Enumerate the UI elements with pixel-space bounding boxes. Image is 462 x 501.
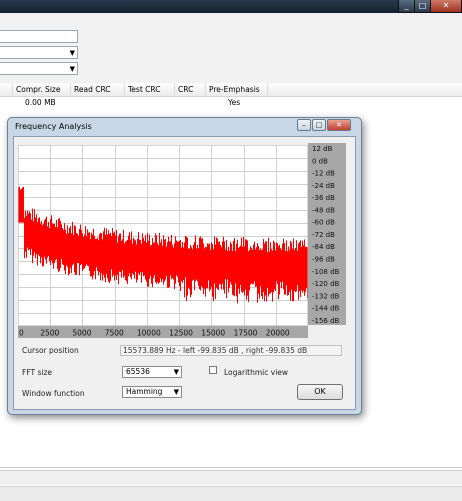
frequency-tick-label: 10000 xyxy=(137,329,161,338)
frequency-tick-label: 17500 xyxy=(234,329,258,338)
frequency-tick-label: 15000 xyxy=(201,329,225,338)
fft-size-select[interactable]: 65536 ▼ xyxy=(122,366,182,378)
dialog-close-button[interactable]: ✕ xyxy=(327,119,351,131)
chevron-down-icon: ▼ xyxy=(69,49,75,57)
frequency-tick-label: 2500 xyxy=(40,329,59,338)
app-combo-1[interactable]: ▼ xyxy=(0,46,78,59)
db-scale-svg: 12 dB 0 dB -12 dB -24 dB -36 dB -48 dB -60 dB -… xyxy=(312,145,340,325)
column-header-pre-emphasis[interactable]: Pre-Emphasis xyxy=(206,83,268,96)
logarithmic-view-label: Logarithmic view xyxy=(224,368,289,377)
pre-emphasis-cell: Yes xyxy=(228,98,241,107)
status-bar xyxy=(0,486,462,501)
db-tick-label: -132 dB xyxy=(312,292,340,300)
ok-button[interactable]: OK xyxy=(297,384,343,400)
cursor-position-label: Cursor position xyxy=(22,346,79,355)
frequency-axis: 0 2500 5000 7500 10000 12500 15000 17500 20000 xyxy=(18,326,308,338)
db-tick-label: -144 dB xyxy=(312,305,340,313)
column-header-read-crc[interactable]: Read CRC xyxy=(71,83,125,96)
chevron-down-icon: ▼ xyxy=(173,368,179,376)
spectrum-trace xyxy=(18,186,308,304)
frequency-axis-svg: 0 2500 5000 7500 10000 12500 15000 17500 20000 xyxy=(19,329,290,338)
db-tick-label: -84 dB xyxy=(312,243,335,251)
db-tick-label: -12 dB xyxy=(312,170,335,178)
frequency-tick-label: 12500 xyxy=(169,329,193,338)
window-function-select[interactable]: Hamming ▼ xyxy=(122,386,182,398)
window-function-label: Window function xyxy=(22,389,85,398)
frequency-tick-label: 20000 xyxy=(266,329,290,338)
app-minimize-button[interactable]: _ xyxy=(398,0,415,13)
chevron-down-icon: ▼ xyxy=(173,388,179,396)
frequency-tick-label: 7500 xyxy=(105,329,124,338)
column-header-compr-size[interactable]: Compr. Size xyxy=(13,83,71,96)
dialog-title: Frequency Analysis xyxy=(15,122,92,131)
app-close-button[interactable]: ✕ xyxy=(430,0,462,13)
cursor-position-field: 15573.889 Hz - left -99.835 dB , right -… xyxy=(120,345,342,356)
window-function-value: Hamming xyxy=(126,387,163,396)
db-tick-label: -60 dB xyxy=(312,219,335,227)
db-tick-label: -48 dB xyxy=(312,206,335,214)
dialog-client-area: 12 dB 0 dB -12 dB -24 dB -36 dB -48 dB -60 dB -… xyxy=(13,136,356,410)
logarithmic-view-checkbox[interactable] xyxy=(209,366,217,374)
frequency-tick-label: 5000 xyxy=(72,329,91,338)
dialog-minimize-button[interactable]: – xyxy=(297,119,311,131)
frequency-analysis-dialog: Frequency Analysis – □ ✕ 12 dB 0 dB -12 dB… xyxy=(7,117,362,415)
db-tick-label: -96 dB xyxy=(312,256,335,264)
db-tick-label: -24 dB xyxy=(312,182,335,190)
chevron-down-icon: ▼ xyxy=(69,65,75,73)
frequency-tick-label: 0 xyxy=(19,329,24,338)
horizontal-scrollbar[interactable] xyxy=(0,470,462,485)
app-text-field[interactable] xyxy=(0,30,78,43)
column-header-test-crc[interactable]: Test CRC xyxy=(125,83,175,96)
fft-size-value: 65536 xyxy=(126,367,150,376)
column-header-crc[interactable]: CRC xyxy=(175,83,206,96)
app-maximize-button[interactable]: □ xyxy=(414,0,431,13)
compr-size-cell: 0.00 MB xyxy=(25,98,56,107)
fft-size-label: FFT size xyxy=(22,368,53,377)
app-combo-2[interactable]: ▼ xyxy=(0,62,78,75)
db-tick-label: -120 dB xyxy=(312,280,340,288)
spectrum-svg xyxy=(18,145,308,327)
db-scale-panel: 12 dB 0 dB -12 dB -24 dB -36 dB -48 dB -60 dB -… xyxy=(308,143,346,325)
db-tick-label: -108 dB xyxy=(312,268,340,276)
dialog-maximize-button[interactable]: □ xyxy=(312,119,326,131)
track-list-header: Compr. Size Read CRC Test CRC CRC Pre-Em… xyxy=(0,83,462,97)
spectrum-plot[interactable] xyxy=(18,145,308,338)
db-tick-label: -156 dB xyxy=(312,317,340,325)
db-tick-label: -36 dB xyxy=(312,194,335,202)
table-row[interactable]: 0.00 MB Yes xyxy=(0,97,462,108)
db-tick-label: -72 dB xyxy=(312,231,335,239)
divider xyxy=(0,467,462,468)
db-tick-label: 12 dB xyxy=(312,145,333,153)
db-tick-label: 0 dB xyxy=(312,157,328,165)
column-header-blank[interactable] xyxy=(0,83,13,96)
app-title-bar: _ □ ✕ xyxy=(0,0,462,13)
